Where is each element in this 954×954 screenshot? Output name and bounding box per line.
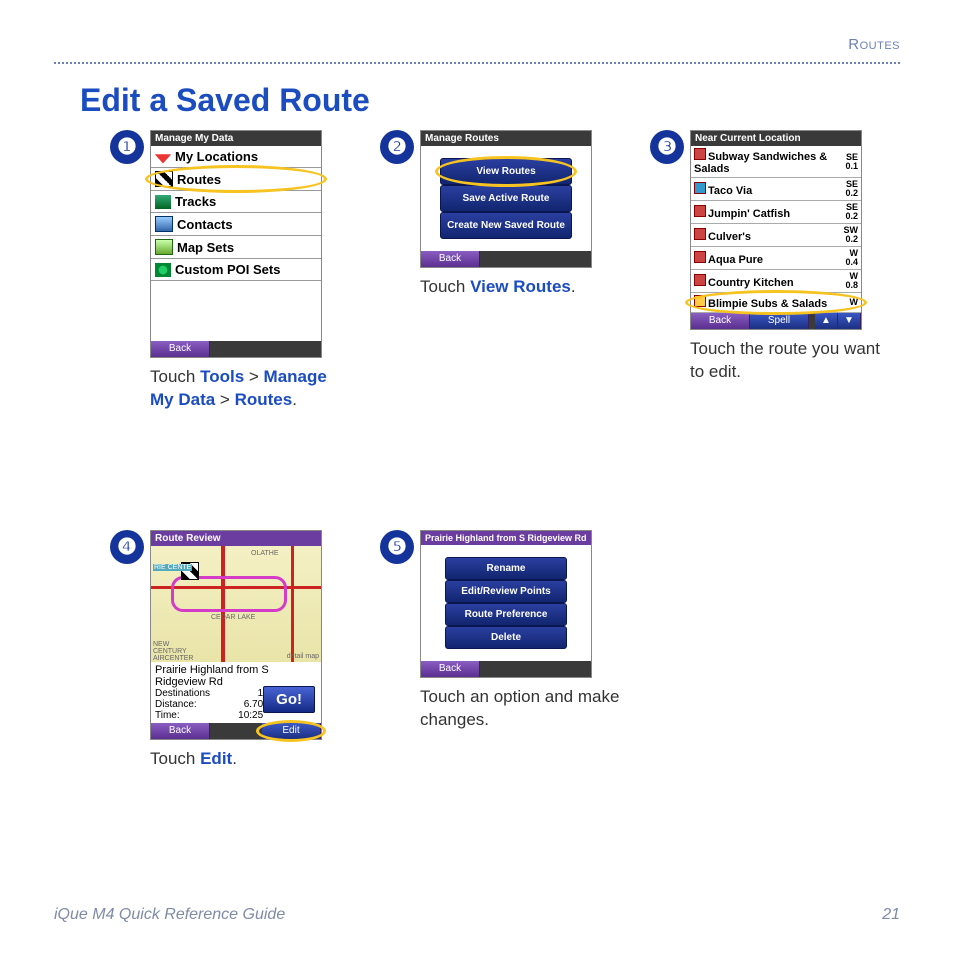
screen-footer: Back: [151, 341, 321, 357]
screen-manage-routes: Manage Routes View Routes Save Active Ro…: [420, 130, 592, 268]
step-2: ❷ Manage Routes View Routes Save Active …: [420, 130, 620, 299]
screen-near-location: Near Current Location Subway Sandwiches …: [690, 130, 862, 330]
step-number-5: ❺: [380, 530, 414, 564]
page-title: Edit a Saved Route: [80, 82, 370, 119]
caption-4: Touch Edit.: [150, 748, 350, 771]
screen-manage-my-data: Manage My Data My Locations Routes Track…: [150, 130, 322, 358]
screen-route-options: Prairie Highland from S Ridgeview Rd Ren…: [420, 530, 592, 678]
screen-footer: Back: [421, 251, 591, 267]
restaurant-icon: [694, 228, 706, 240]
restaurant-icon: [694, 182, 706, 194]
restaurant-icon: [694, 274, 706, 286]
route-map[interactable]: OLATHE RIE CENTE CEDAR LAKE NEW CENTURY …: [151, 546, 321, 662]
save-active-route-button[interactable]: Save Active Route: [440, 185, 572, 212]
step-1: ❶ Manage My Data My Locations Routes Tra…: [150, 130, 350, 412]
restaurant-icon: [694, 251, 706, 263]
edit-button[interactable]: Edit: [262, 723, 321, 739]
back-button[interactable]: Back: [691, 313, 750, 329]
screen-footer: Back: [421, 661, 591, 677]
section-header: Routes: [848, 36, 900, 53]
spell-button[interactable]: Spell: [750, 313, 809, 329]
screen-footer: Back Spell ▲ ▼: [691, 313, 861, 329]
back-button[interactable]: Back: [421, 661, 480, 677]
view-routes-button[interactable]: View Routes: [440, 158, 572, 185]
restaurant-icon: [694, 148, 706, 160]
titlebar: Manage My Data: [151, 131, 321, 146]
step-5: ❺ Prairie Highland from S Ridgeview Rd R…: [420, 530, 620, 732]
poi-row[interactable]: Subway Sandwiches & SaladsSE0.1: [691, 146, 861, 178]
route-name: Prairie Highland from S Ridgeview Rd: [155, 664, 317, 688]
caption-5: Touch an option and make changes.: [420, 686, 620, 732]
titlebar: Near Current Location: [691, 131, 861, 146]
scroll-up-button[interactable]: ▲: [815, 313, 838, 329]
restaurant-icon: [694, 205, 706, 217]
caption-2: Touch View Routes.: [420, 276, 620, 299]
page-number: 21: [882, 906, 900, 924]
titlebar: Manage Routes: [421, 131, 591, 146]
back-button[interactable]: Back: [151, 723, 210, 739]
screen-footer: Back Edit: [151, 723, 321, 739]
menu-map-sets[interactable]: Map Sets: [151, 236, 321, 259]
route-icon: [155, 171, 173, 187]
delete-button[interactable]: Delete: [445, 626, 567, 649]
poi-row[interactable]: Taco ViaSE0.2: [691, 178, 861, 201]
step-3: ❸ Near Current Location Subway Sandwiche…: [690, 130, 890, 384]
titlebar: Route Review: [151, 531, 321, 546]
titlebar: Prairie Highland from S Ridgeview Rd: [421, 531, 591, 545]
rename-button[interactable]: Rename: [445, 557, 567, 580]
map-sets-icon: [155, 239, 173, 255]
create-new-route-button[interactable]: Create New Saved Route: [440, 212, 572, 239]
poi-row-highlighted[interactable]: Blimpie Subs & SaladsW: [691, 293, 861, 313]
menu-routes[interactable]: Routes: [151, 168, 321, 191]
step-4: ❹ Route Review OLATHE RIE CENTE CEDAR LA…: [150, 530, 350, 771]
caption-1: Touch Tools > Manage My Data > Routes.: [150, 366, 350, 412]
go-button[interactable]: Go!: [263, 686, 315, 713]
menu-tracks[interactable]: Tracks: [151, 191, 321, 213]
restaurant-icon: [694, 295, 706, 307]
back-button[interactable]: Back: [421, 251, 480, 267]
step-number-4: ❹: [110, 530, 144, 564]
poi-row[interactable]: Aqua PureW0.4: [691, 247, 861, 270]
route-details: Prairie Highland from S Ridgeview Rd Go!…: [151, 662, 321, 723]
scroll-down-button[interactable]: ▼: [838, 313, 861, 329]
poi-icon: [155, 263, 171, 277]
route-preference-button[interactable]: Route Preference: [445, 603, 567, 626]
back-button[interactable]: Back: [151, 341, 210, 357]
screen-route-review: Route Review OLATHE RIE CENTE CEDAR LAKE…: [150, 530, 322, 740]
step-number-3: ❸: [650, 130, 684, 164]
menu-custom-poi[interactable]: Custom POI Sets: [151, 259, 321, 281]
heart-icon: [155, 150, 171, 164]
poi-row[interactable]: Culver'sSW0.2: [691, 224, 861, 247]
tracks-icon: [155, 195, 171, 209]
caption-3: Touch the route you want to edit.: [690, 338, 890, 384]
guide-title: iQue M4 Quick Reference Guide: [54, 906, 285, 924]
page-footer: iQue M4 Quick Reference Guide 21: [54, 906, 900, 924]
contacts-icon: [155, 216, 173, 232]
edit-review-points-button[interactable]: Edit/Review Points: [445, 580, 567, 603]
header-rule: [54, 62, 900, 64]
step-number-2: ❷: [380, 130, 414, 164]
step-number-1: ❶: [110, 130, 144, 164]
poi-row[interactable]: Jumpin' CatfishSE0.2: [691, 201, 861, 224]
menu-contacts[interactable]: Contacts: [151, 213, 321, 236]
